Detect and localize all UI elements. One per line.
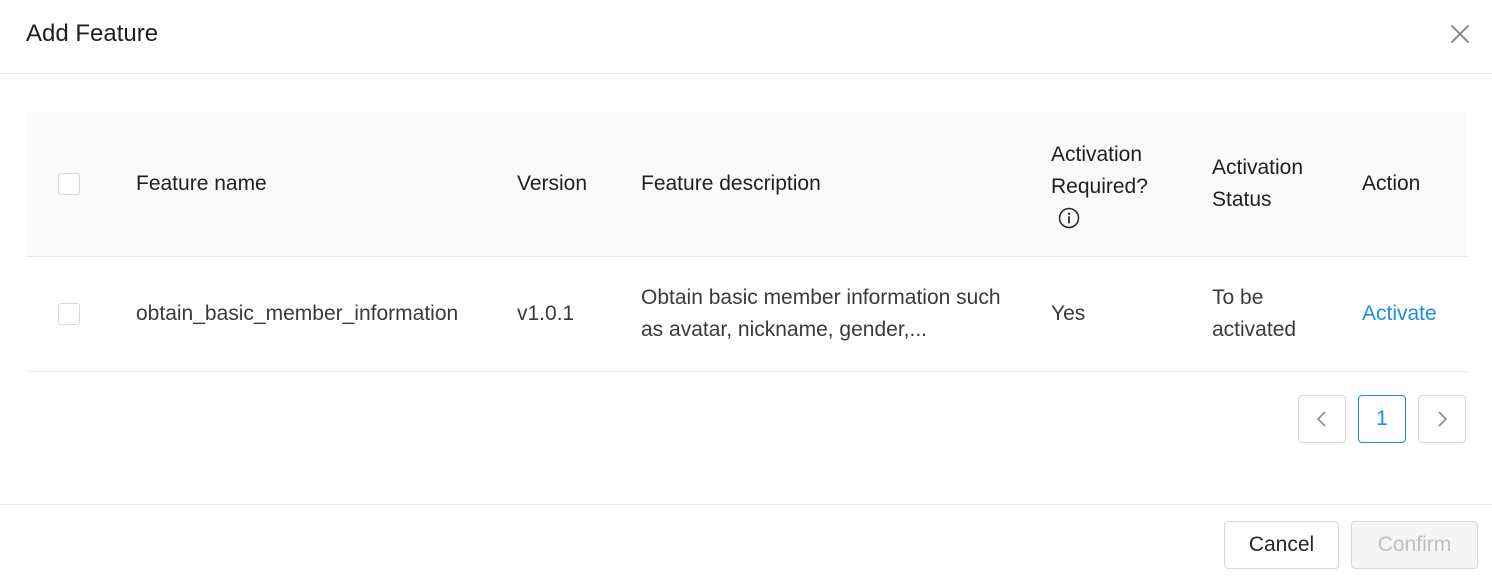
description-text: Obtain basic member information such as … [641,286,1001,341]
activation-required-cell: Yes [1051,302,1086,325]
row-select-cell [58,257,80,371]
activation-status-cell: To be activated [1212,286,1297,341]
table-header-row: Feature name Version Feature description… [26,112,1467,257]
info-circle-icon[interactable] [1058,207,1080,229]
column-header-activation-status: Activation Status [1212,156,1304,211]
column-header-activation-required-label: Activation Required? [1051,143,1148,198]
table-row: obtain_basic_member_information v1.0.1 O… [26,257,1467,372]
description-cell: Obtain basic member information such as … [641,257,1011,371]
dialog-header: Add Feature [0,0,1492,74]
next-page-button[interactable] [1418,395,1466,443]
column-header-feature-name: Feature name [136,172,267,195]
activate-link[interactable]: Activate [1362,298,1437,330]
action-cell: Activate [1362,257,1437,371]
dialog-footer: Cancel Confirm [0,504,1492,580]
row-checkbox[interactable] [58,303,80,325]
version-cell: v1.0.1 [517,302,575,325]
cancel-button[interactable]: Cancel [1224,521,1339,569]
select-all-cell [58,112,80,256]
prev-page-button[interactable] [1298,395,1346,443]
page-button-current[interactable]: 1 [1358,395,1406,443]
confirm-button[interactable]: Confirm [1351,521,1478,569]
feature-name-cell: obtain_basic_member_information [136,302,459,325]
column-header-action: Action [1362,172,1421,195]
column-header-version: Version [517,172,588,195]
chevron-left-icon [1316,411,1326,427]
pagination: 1 [1298,395,1466,443]
chevron-right-icon [1438,411,1448,427]
column-header-activation-required: Activation Required? [1051,112,1181,256]
close-icon[interactable] [1448,22,1472,46]
add-feature-dialog: Add Feature Feature name Version Feature… [0,0,1492,580]
features-table: Feature name Version Feature description… [26,112,1467,372]
column-header-feature-description: Feature description [641,172,821,195]
dialog-title: Add Feature [26,20,159,47]
select-all-checkbox[interactable] [58,173,80,195]
